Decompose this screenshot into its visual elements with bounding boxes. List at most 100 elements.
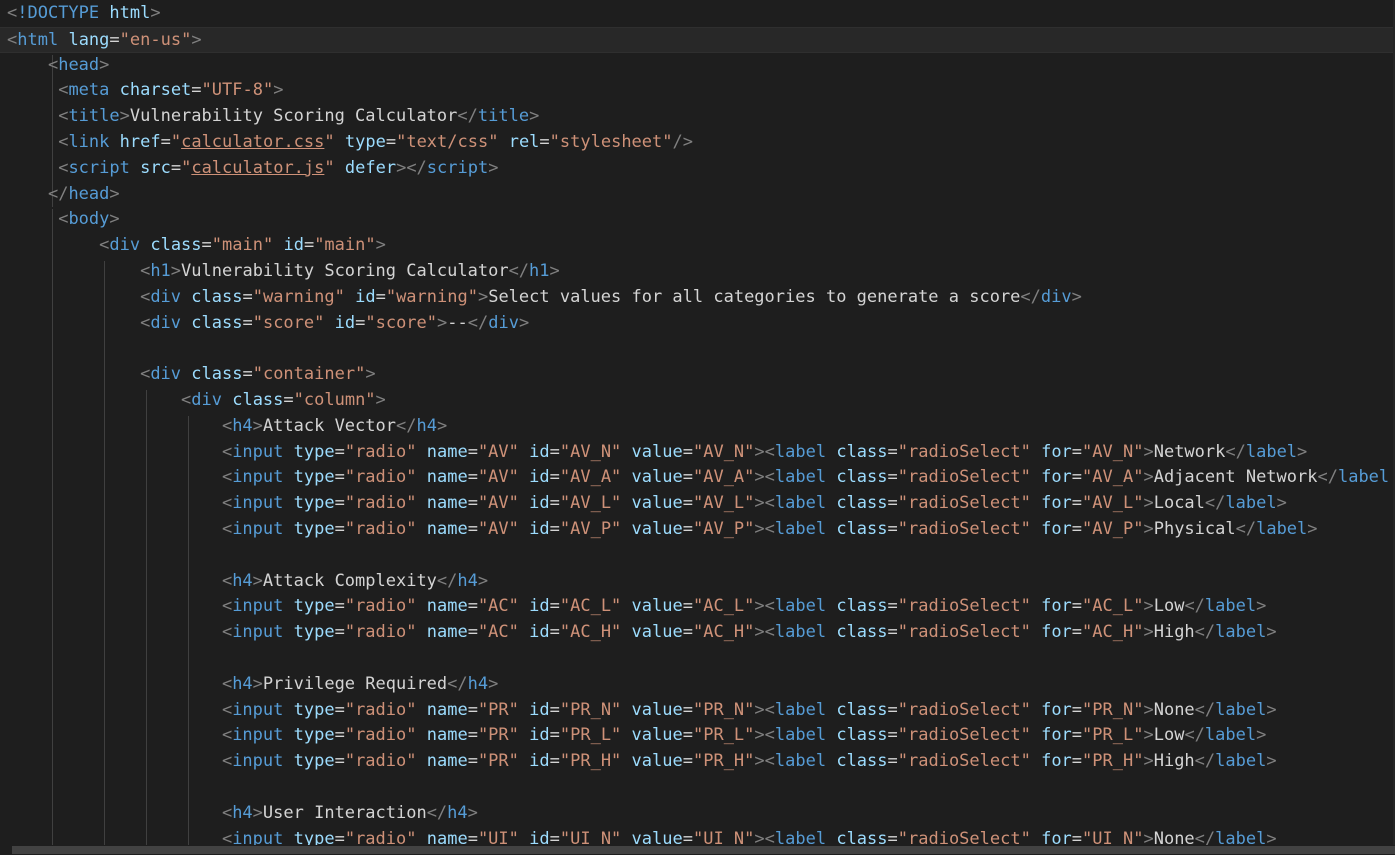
code-line[interactable]: <h4>User Interaction</h4> bbox=[0, 801, 1395, 827]
code-token: class bbox=[232, 390, 284, 410]
code-token: >< bbox=[754, 622, 775, 643]
code-line[interactable]: <input type="radio" name="AC" id="AC_H" … bbox=[0, 620, 1395, 646]
code-line[interactable]: <h4>Privilege Required</h4> bbox=[0, 672, 1395, 698]
code-token: = bbox=[549, 751, 560, 772]
code-token: input bbox=[232, 699, 284, 720]
code-token: </ bbox=[1204, 493, 1226, 514]
code-token: div bbox=[150, 286, 182, 307]
code-token: "score" bbox=[252, 312, 325, 333]
code-token: = bbox=[355, 312, 366, 333]
code-token: "text/css" bbox=[396, 132, 499, 152]
code-token: value bbox=[631, 519, 683, 539]
code-line[interactable]: <div class="warning" id="warning">Select… bbox=[0, 285, 1395, 311]
code-line[interactable]: <!DOCTYPE html> bbox=[0, 1, 1395, 27]
code-token: value bbox=[631, 725, 683, 746]
code-line[interactable]: <input type="radio" name="PR" id="PR_L" … bbox=[0, 723, 1395, 749]
code-line[interactable]: <input type="radio" name="PR" id="PR_H" … bbox=[0, 749, 1395, 775]
code-line[interactable]: <input type="radio" name="AC" id="AC_L" … bbox=[0, 594, 1395, 620]
code-token: id bbox=[529, 725, 550, 746]
code-token: label bbox=[774, 519, 827, 539]
code-token: High bbox=[1153, 751, 1195, 772]
code-token: </ bbox=[1225, 441, 1246, 462]
code-token: Privilege Required bbox=[262, 673, 448, 694]
code-token: = bbox=[303, 235, 315, 256]
code-token: class bbox=[150, 235, 202, 256]
code-line[interactable] bbox=[0, 775, 1395, 801]
horizontal-scrollbar-thumb[interactable] bbox=[12, 846, 1395, 854]
code-line[interactable]: <input type="radio" name="AV" id="AV_P" … bbox=[0, 517, 1395, 543]
code-line[interactable]: </head> bbox=[0, 182, 1395, 208]
code-line[interactable]: <meta charset="UTF-8"> bbox=[0, 78, 1395, 104]
code-line[interactable]: <link href="calculator.css" type="text/c… bbox=[0, 130, 1395, 156]
code-line[interactable] bbox=[0, 543, 1395, 569]
code-line[interactable]: <input type="radio" name="AV" id="AV_L" … bbox=[0, 491, 1395, 517]
code-token: > bbox=[252, 570, 263, 591]
code-line[interactable]: <input type="radio" name="AV" id="AV_N" … bbox=[0, 440, 1395, 466]
code-line[interactable]: <input type="radio" name="AV" id="AV_A" … bbox=[0, 465, 1395, 491]
horizontal-scrollbar[interactable] bbox=[0, 845, 1395, 855]
code-line[interactable] bbox=[0, 646, 1395, 672]
code-line[interactable]: <head> bbox=[0, 53, 1395, 79]
code-token: for bbox=[1041, 519, 1072, 539]
code-line[interactable] bbox=[0, 336, 1395, 362]
code-editor[interactable]: <!DOCTYPE html> <html lang="en-us"> <head… bbox=[0, 0, 1395, 855]
code-token: "radioSelect" bbox=[897, 751, 1031, 772]
code-token: >< bbox=[754, 725, 775, 746]
code-token: = bbox=[1071, 441, 1083, 462]
code-line[interactable]: <div class="column"> bbox=[0, 388, 1395, 414]
code-line[interactable]: <html lang="en-us"> bbox=[0, 26, 1395, 53]
code-line[interactable]: <h4>Attack Complexity</h4> bbox=[0, 569, 1395, 595]
code-token: "PR_N" bbox=[1082, 699, 1144, 720]
code-token: src bbox=[140, 157, 171, 178]
code-token: = bbox=[334, 596, 345, 617]
code-token: div bbox=[150, 364, 182, 385]
code-token: > bbox=[488, 673, 499, 694]
code-token: label bbox=[774, 699, 827, 720]
code-token: id bbox=[529, 493, 550, 514]
code-token: = bbox=[549, 493, 560, 514]
code-token: </ bbox=[436, 570, 458, 591]
code-token: = bbox=[283, 390, 294, 410]
code-line[interactable]: <div class="main" id="main"> bbox=[0, 233, 1395, 259]
code-line[interactable]: <script src="calculator.js" defer></scri… bbox=[0, 156, 1395, 182]
code-token: "AV" bbox=[477, 519, 519, 539]
code-token: label bbox=[774, 441, 827, 462]
code-token: = bbox=[334, 725, 345, 746]
code-token: > bbox=[1071, 286, 1082, 307]
code-line[interactable]: <h4>Attack Vector</h4> bbox=[0, 414, 1395, 440]
code-line[interactable]: <input type="radio" name="PR" id="PR_N" … bbox=[0, 698, 1395, 724]
code-token: " bbox=[324, 157, 335, 178]
code-token: Low bbox=[1153, 725, 1185, 746]
code-token: = bbox=[539, 132, 550, 152]
code-line[interactable]: <div class="score" id="score">--</div> bbox=[0, 311, 1395, 337]
code-token: h4 bbox=[447, 802, 468, 823]
code-token: class bbox=[836, 493, 888, 514]
code-line[interactable]: <h1>Vulnerability Scoring Calculator</h1… bbox=[0, 259, 1395, 285]
code-token: = bbox=[549, 441, 560, 462]
code-token: = bbox=[1071, 751, 1083, 772]
code-line[interactable]: <title>Vulnerability Scoring Calculator<… bbox=[0, 104, 1395, 130]
code-token: = bbox=[242, 286, 253, 307]
code-token: type bbox=[344, 132, 386, 152]
code-line[interactable]: <div class="container"> bbox=[0, 362, 1395, 388]
code-token: div bbox=[150, 312, 182, 333]
code-line[interactable]: <body> bbox=[0, 207, 1395, 233]
code-token: label bbox=[774, 622, 827, 643]
